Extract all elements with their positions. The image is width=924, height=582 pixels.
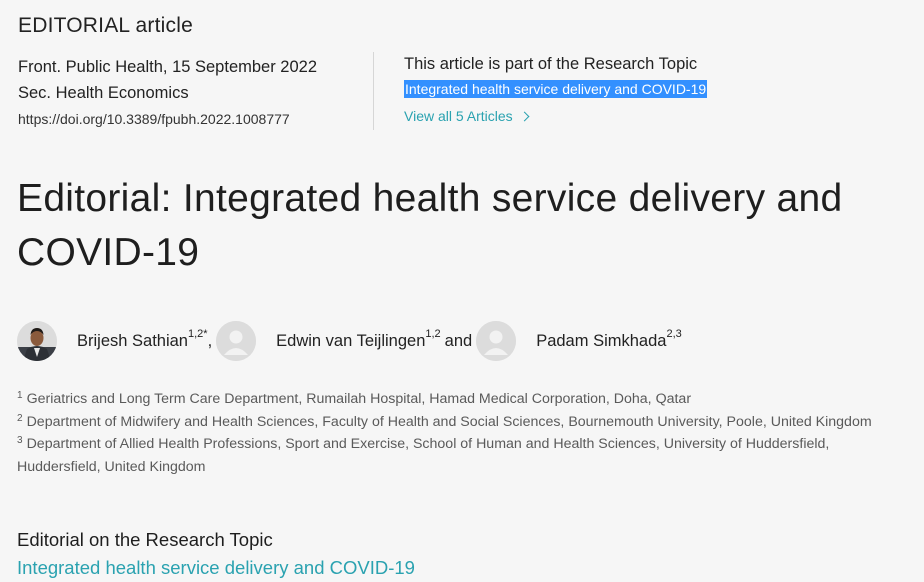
chevron-right-icon	[519, 111, 530, 122]
affiliation-number: 2	[17, 412, 23, 424]
affiliation-item: 2 Department of Midwifery and Health Scie…	[17, 412, 897, 435]
journal-date: Front. Public Health, 15 September 2022	[18, 58, 318, 76]
author-affiliation-sup: 1,2*	[187, 328, 208, 340]
affiliation-item: 1 Geriatrics and Long Term Care Departmen…	[17, 389, 897, 412]
author-affiliation-sup: 1,2	[425, 328, 441, 340]
article-title: Editorial: Integrated health service del…	[17, 177, 843, 274]
article-type-label: EDITORIAL article	[18, 14, 193, 37]
journal-section: Sec. Health Economics	[18, 84, 189, 102]
author-separator: and	[444, 331, 473, 350]
author-item: Padam Simkhada 2,3	[476, 321, 682, 361]
author-affiliation-sup: 2,3	[666, 328, 682, 340]
affiliations-list: 1 Geriatrics and Long Term Care Departmen…	[17, 389, 897, 478]
affiliation-text: Department of Midwifery and Health Scien…	[26, 413, 872, 430]
view-all-label: View all 5 Articles	[404, 108, 513, 124]
article-meta: Front. Public Health, 15 September 2022 …	[18, 54, 368, 132]
view-all-articles-link[interactable]: View all 5 Articles	[404, 108, 530, 124]
research-topic-link[interactable]: Integrated health service delivery and C…	[404, 80, 708, 98]
user-placeholder-icon	[476, 321, 517, 361]
author-name[interactable]: Padam Simkhada	[536, 332, 666, 351]
meta-divider	[373, 52, 374, 130]
editorial-on-heading: Editorial on the Research Topic	[17, 529, 273, 550]
author-name[interactable]: Brijesh Sathian	[77, 332, 188, 351]
affiliation-number: 3	[17, 435, 23, 446]
research-topic-box: This article is part of the Research Top…	[404, 52, 904, 126]
author-item: Brijesh Sathian 1,2* ,	[17, 321, 216, 361]
author-item: Edwin van Teijlingen 1,2 and	[216, 321, 476, 361]
affiliation-text: Geriatrics and Long Term Care Department…	[26, 391, 692, 407]
author-avatar[interactable]	[476, 321, 517, 361]
author-name[interactable]: Edwin van Teijlingen	[276, 332, 425, 351]
author-list: Brijesh Sathian 1,2* , Edwin van Teijlin…	[17, 320, 682, 362]
editorial-topic-link[interactable]: Integrated health service delivery and C…	[17, 557, 415, 579]
affiliation-text: Department of Allied Health Professions,…	[17, 436, 830, 475]
author-avatar[interactable]	[216, 321, 257, 361]
research-topic-heading: This article is part of the Research Top…	[404, 55, 698, 73]
author-separator: ,	[207, 331, 213, 350]
user-placeholder-icon	[216, 321, 257, 361]
author-photo-icon	[17, 321, 57, 361]
author-avatar[interactable]	[17, 321, 57, 361]
affiliation-number: 1	[17, 390, 23, 401]
doi-link[interactable]: https://doi.org/10.3389/fpubh.2022.10087…	[18, 106, 368, 132]
affiliation-item: 3 Department of Allied Health Professions…	[17, 434, 897, 478]
